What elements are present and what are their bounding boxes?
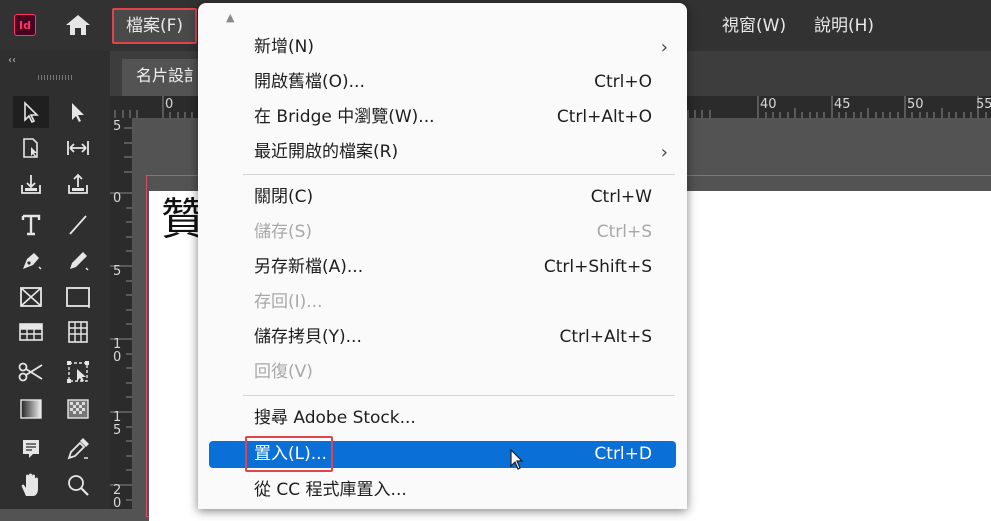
direct-selection-tool-icon[interactable] <box>60 96 96 128</box>
rectangle-frame-tool-icon[interactable] <box>13 281 49 313</box>
menu-item-label: 開啟舊檔(O)... <box>254 72 365 92</box>
vertical-ruler[interactable]: 5 0 5 1 0 1 5 2 0 <box>110 118 133 511</box>
ruler-label: 5 <box>113 264 122 279</box>
mouse-cursor-icon <box>510 449 524 470</box>
content-collector-tool-icon[interactable] <box>13 168 49 200</box>
vertical-ruler-ticks <box>110 127 132 501</box>
hand-tool-icon[interactable] <box>13 469 49 501</box>
menu-window[interactable]: 視窗(W) <box>722 12 786 40</box>
menu-separator <box>243 395 675 396</box>
ruler-label: 45 <box>834 97 851 112</box>
panel-grip[interactable] <box>38 75 72 80</box>
menu-item-shortcut: Ctrl+O <box>594 72 652 92</box>
submenu-arrow-icon: › <box>660 37 668 58</box>
menu-item-place[interactable]: 置入(L)... Ctrl+D <box>209 436 676 472</box>
menu-item-shortcut: Ctrl+Alt+S <box>559 327 652 347</box>
ruler-label: 40 <box>760 97 777 112</box>
menu-item-label: 關閉(C) <box>254 187 314 207</box>
menu-item-shortcut: Ctrl+Alt+O <box>556 107 652 127</box>
menu-item-label: 儲存拷貝(Y)... <box>254 327 362 347</box>
ruler-label: 0 <box>113 191 122 206</box>
menu-item-browse-bridge[interactable]: 在 Bridge 中瀏覽(W)... Ctrl+Alt+O <box>209 100 676 135</box>
ruler-label: 2 0 <box>113 483 122 511</box>
submenu-arrow-icon: › <box>660 142 668 163</box>
menu-item-save-copy[interactable]: 儲存拷貝(Y)... Ctrl+Alt+S <box>209 320 676 355</box>
menu-item-shortcut: Ctrl+Shift+S <box>543 257 652 277</box>
indesign-logo-icon: Id <box>14 14 36 36</box>
home-icon[interactable] <box>64 13 92 37</box>
selection-tool-icon[interactable] <box>13 96 49 128</box>
pencil-tool-icon[interactable] <box>60 245 96 277</box>
menu-item-place-from-cc-library[interactable]: 從 CC 程式庫置入... <box>209 473 676 508</box>
menu-item-label: 存回(I)... <box>254 292 323 312</box>
page-tool-icon[interactable] <box>13 132 49 164</box>
menu-item-close[interactable]: 關閉(C) Ctrl+W <box>209 180 676 215</box>
menu-item-label: 新增(N) <box>254 37 314 57</box>
ruler-label: 50 <box>907 97 924 112</box>
menu-item-shortcut: Ctrl+S <box>596 222 652 242</box>
menu-item-shortcut: Ctrl+D <box>594 444 652 464</box>
menu-item-label: 從 CC 程式庫置入... <box>254 480 407 500</box>
gradient-feather-tool-icon[interactable] <box>60 393 96 425</box>
free-transform-tool-icon[interactable] <box>60 356 96 388</box>
content-placer-tool-icon[interactable] <box>60 168 96 200</box>
menu-item-search-adobe-stock[interactable]: 搜尋 Adobe Stock... <box>209 401 676 436</box>
menu-item-save: 儲存(S) Ctrl+S <box>209 215 676 250</box>
menu-item-label: 另存新檔(A)... <box>254 257 364 277</box>
menu-item-new[interactable]: 新增(N) › <box>209 30 676 65</box>
menu-item-label: 搜尋 Adobe Stock... <box>254 408 416 428</box>
gradient-swatch-tool-icon[interactable] <box>13 393 49 425</box>
menu-item-label: 儲存(S) <box>254 222 313 242</box>
type-tool-icon[interactable] <box>13 209 49 241</box>
rectangle-tool-icon[interactable] <box>60 281 96 313</box>
menu-item-revert: 回復(V) <box>209 355 676 390</box>
annotation-highlight-box <box>245 436 333 472</box>
pen-tool-icon[interactable] <box>13 245 49 277</box>
collapse-panel-icon[interactable]: ‹‹ <box>8 55 16 66</box>
menu-item-label: 最近開啟的檔案(R) <box>254 142 399 162</box>
ruler-label: 1 5 <box>113 410 122 438</box>
scroll-up-arrow-icon[interactable]: ▲ <box>226 11 234 24</box>
menu-help[interactable]: 說明(H) <box>814 12 874 40</box>
ruler-label: 1 0 <box>113 337 122 365</box>
ruler-label: 55 <box>976 97 991 112</box>
menu-item-check-in: 存回(I)... <box>209 285 676 320</box>
menu-item-save-as[interactable]: 另存新檔(A)... Ctrl+Shift+S <box>209 250 676 285</box>
menu-item-shortcut: Ctrl+W <box>590 187 652 207</box>
scissors-tool-icon[interactable] <box>13 356 49 388</box>
zoom-tool-icon[interactable] <box>60 469 96 501</box>
line-tool-icon[interactable] <box>60 209 96 241</box>
table-tool-icon[interactable] <box>13 316 49 348</box>
column-table-icon[interactable] <box>60 316 96 348</box>
menu-separator <box>243 174 675 175</box>
menu-item-open[interactable]: 開啟舊檔(O)... Ctrl+O <box>209 65 676 100</box>
note-tool-icon[interactable] <box>13 433 49 465</box>
tools-panel: ‹‹ <box>0 51 110 509</box>
gap-tool-icon[interactable] <box>60 132 96 164</box>
file-menu-dropdown: ▲ 新增(N) › 開啟舊檔(O)... Ctrl+O 在 Bridge 中瀏覽… <box>198 3 687 509</box>
eyedropper-tool-icon[interactable] <box>60 433 96 465</box>
menu-file[interactable]: 檔案(F) <box>112 8 198 44</box>
ruler-label: 5 <box>113 119 122 134</box>
ruler-label: 0 <box>165 97 174 112</box>
menu-item-label: 回復(V) <box>254 362 313 382</box>
menu-item-open-recent[interactable]: 最近開啟的檔案(R) › <box>209 135 676 170</box>
menu-item-label: 在 Bridge 中瀏覽(W)... <box>254 107 435 127</box>
